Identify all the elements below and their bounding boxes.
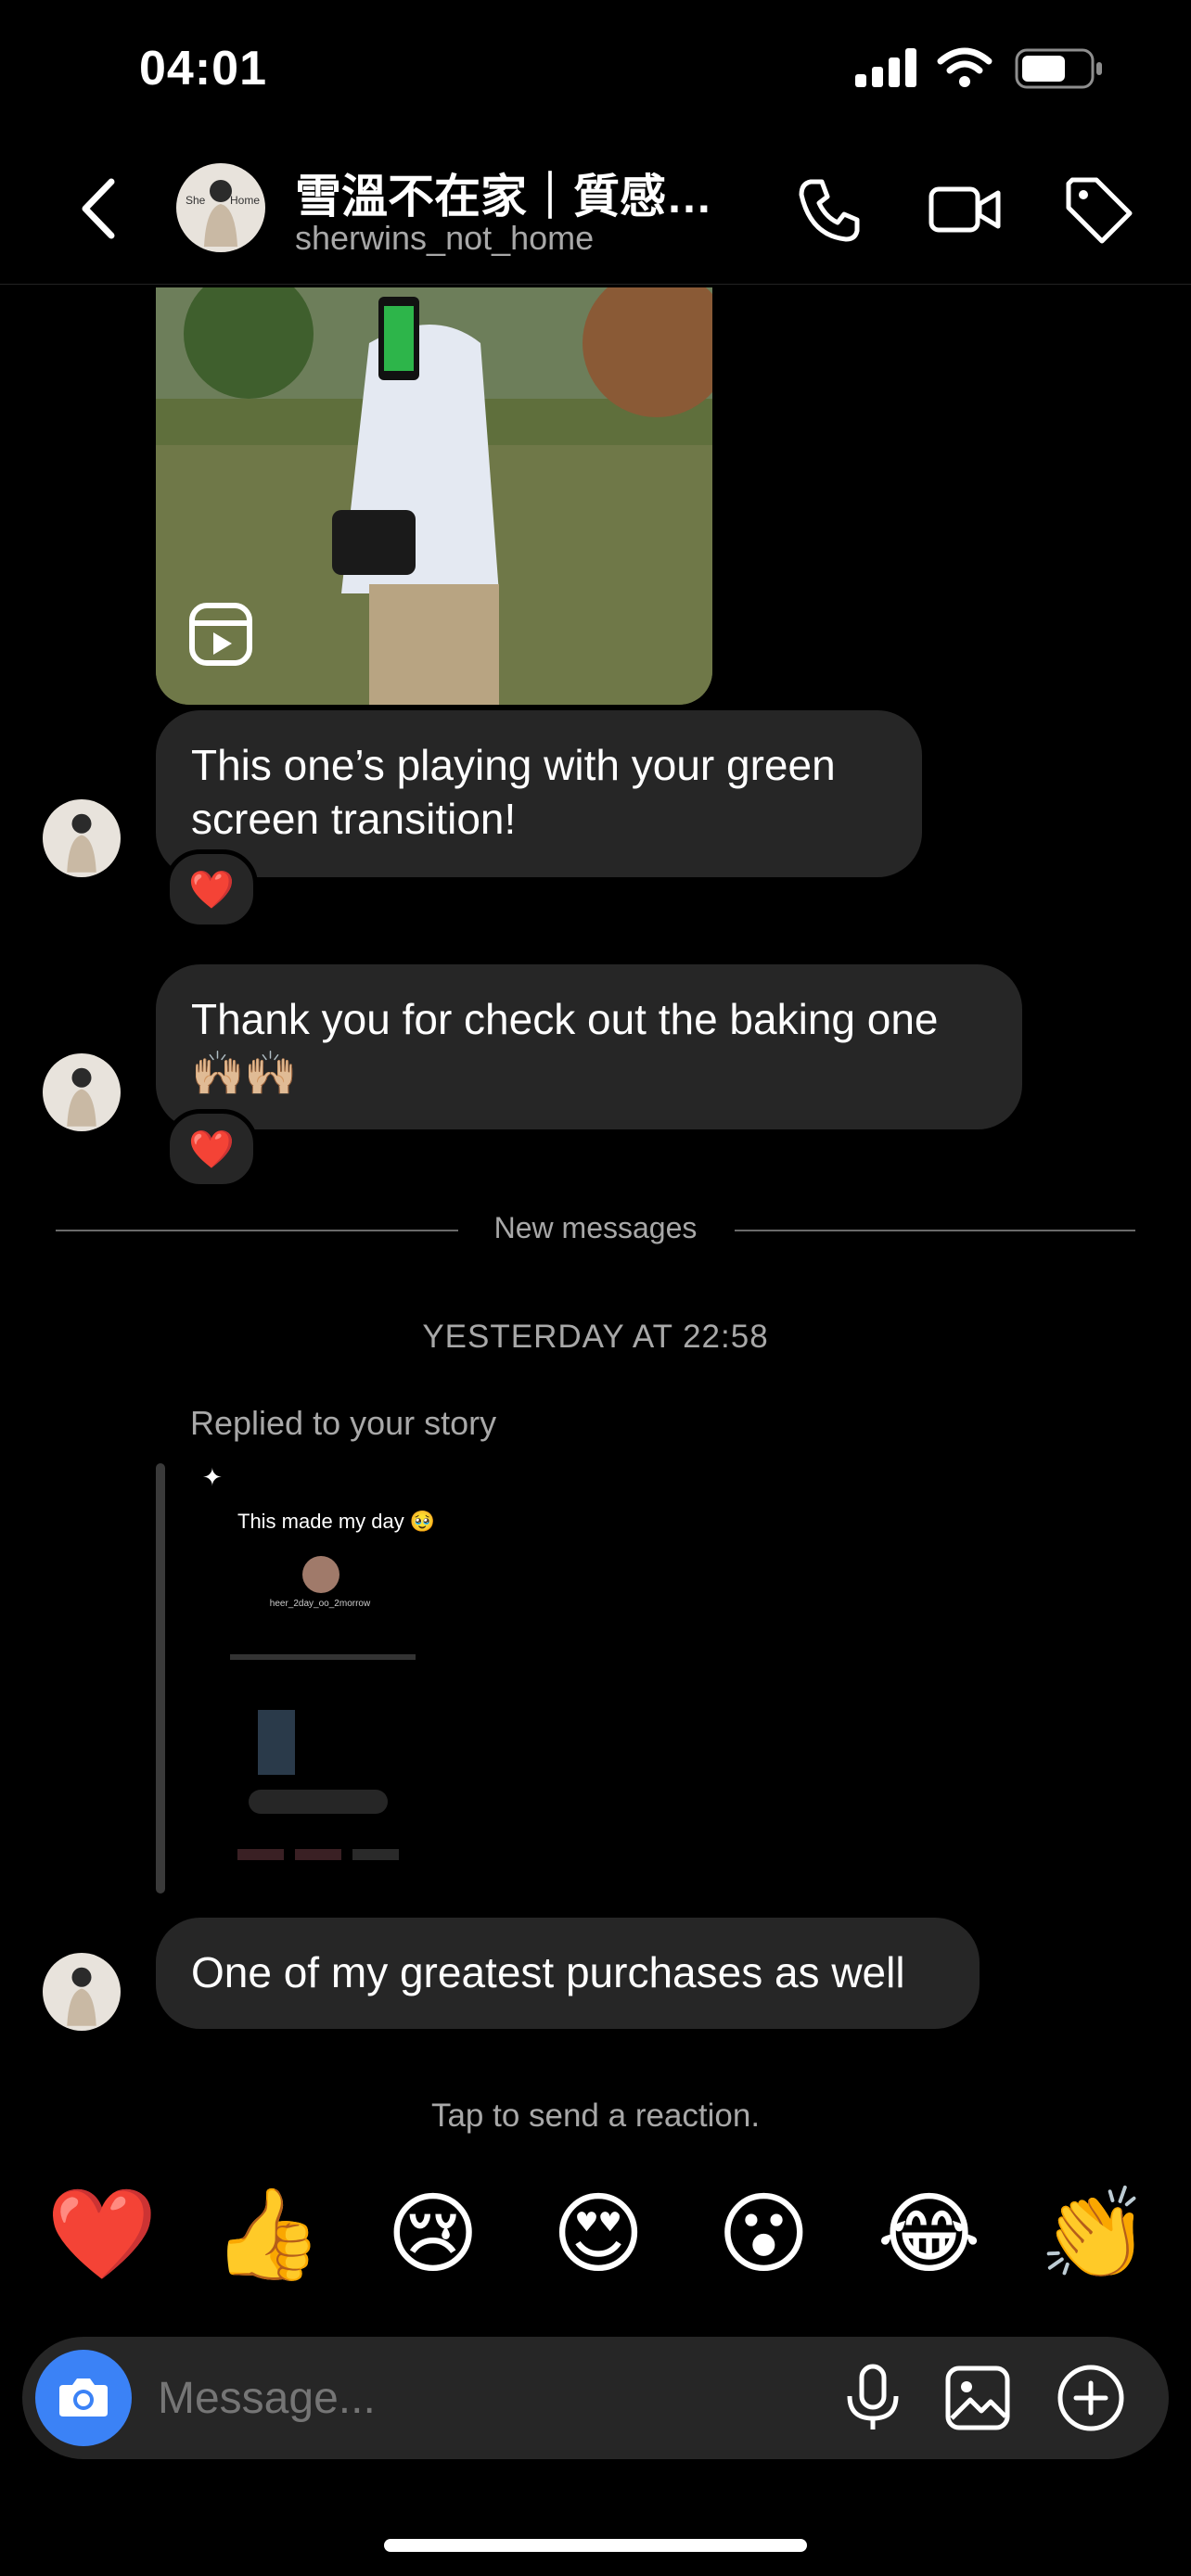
contact-avatar[interactable]: She Home	[176, 163, 265, 252]
clapping-hands-reaction-icon[interactable]: 👏	[1030, 2184, 1159, 2286]
home-indicator[interactable]	[384, 2539, 807, 2552]
avatar-figure-icon	[67, 813, 96, 873]
story-bubble-preview	[249, 1790, 388, 1814]
heart-reaction-badge[interactable]: ❤️	[165, 1109, 258, 1189]
sparkle-icon: ✦	[202, 1463, 223, 1491]
phone-icon[interactable]	[790, 171, 868, 249]
contact-name[interactable]: 雪溫不在家｜質感…	[295, 159, 731, 226]
avatar-figure-icon	[67, 1967, 96, 2026]
sender-avatar[interactable]	[43, 799, 121, 877]
surprised-face-reaction-icon[interactable]: 😮	[698, 2184, 828, 2286]
status-time: 04:01	[139, 42, 267, 96]
message-input[interactable]	[156, 2372, 809, 2425]
microphone-icon[interactable]	[840, 2363, 905, 2433]
message-bubble[interactable]: This one’s playing with your green scree…	[156, 710, 922, 877]
reels-icon	[189, 603, 252, 666]
message-bubble[interactable]: One of my greatest purchases as well	[156, 1918, 980, 2029]
heart-reaction-icon[interactable]: ❤️	[37, 2184, 167, 2286]
story-username: heer_2day_oo_2morrow	[269, 1599, 371, 1609]
story-button-preview	[352, 1849, 399, 1860]
svg-text:Home: Home	[230, 194, 260, 207]
camera-icon	[59, 2378, 108, 2417]
story-avatar	[302, 1556, 339, 1593]
story-text-line	[230, 1654, 416, 1660]
tag-icon[interactable]	[1059, 171, 1137, 249]
story-thumbnail[interactable]: ✦ This made my day 🥹 heer_2day_oo_2morro…	[193, 1460, 453, 1868]
story-reply-bar	[156, 1463, 165, 1894]
laughing-face-reaction-icon[interactable]: 😂	[864, 2184, 994, 2286]
story-reply-label: Replied to your story	[190, 1404, 497, 1442]
battery-icon	[1015, 48, 1102, 89]
plus-circle-icon[interactable]	[1056, 2363, 1126, 2433]
avatar-figure-icon	[67, 1067, 96, 1127]
story-button-preview	[237, 1849, 284, 1860]
story-caption: This made my day 🥹	[237, 1510, 436, 1533]
thumbs-up-reaction-icon[interactable]: 👍	[202, 2184, 332, 2286]
camera-button[interactable]	[35, 2350, 132, 2446]
video-camera-icon[interactable]	[926, 171, 1004, 249]
reaction-hint: Tap to send a reaction.	[430, 2098, 761, 2134]
back-chevron-icon[interactable]	[76, 176, 122, 241]
reel-media-thumbnail[interactable]	[156, 287, 712, 705]
message-bubble[interactable]: Thank you for check out the baking one 🙌…	[156, 964, 1022, 1129]
avatar-figure-icon: She Home	[186, 180, 260, 247]
crying-face-reaction-icon[interactable]: 😢	[368, 2184, 498, 2286]
quick-reactions-bar: ❤️ 👍 😢 😍 😮 😂 👏	[37, 2184, 1159, 2286]
divider-line	[735, 1230, 1135, 1231]
wifi-icon	[937, 47, 992, 87]
heart-reaction-badge[interactable]: ❤️	[165, 849, 258, 929]
story-media-preview	[258, 1710, 295, 1775]
sender-avatar[interactable]	[43, 1953, 121, 2031]
heart-eyes-reaction-icon[interactable]: 😍	[533, 2184, 663, 2286]
message-timestamp: YESTERDAY AT 22:58	[422, 1319, 769, 1355]
cellular-signal-icon	[855, 48, 916, 87]
story-button-preview	[295, 1849, 341, 1860]
new-messages-label: New messages	[493, 1211, 698, 1244]
contact-username[interactable]: sherwins_not_home	[295, 219, 594, 258]
svg-text:She: She	[186, 194, 206, 207]
sender-avatar[interactable]	[43, 1053, 121, 1131]
gallery-icon[interactable]	[944, 2365, 1011, 2431]
